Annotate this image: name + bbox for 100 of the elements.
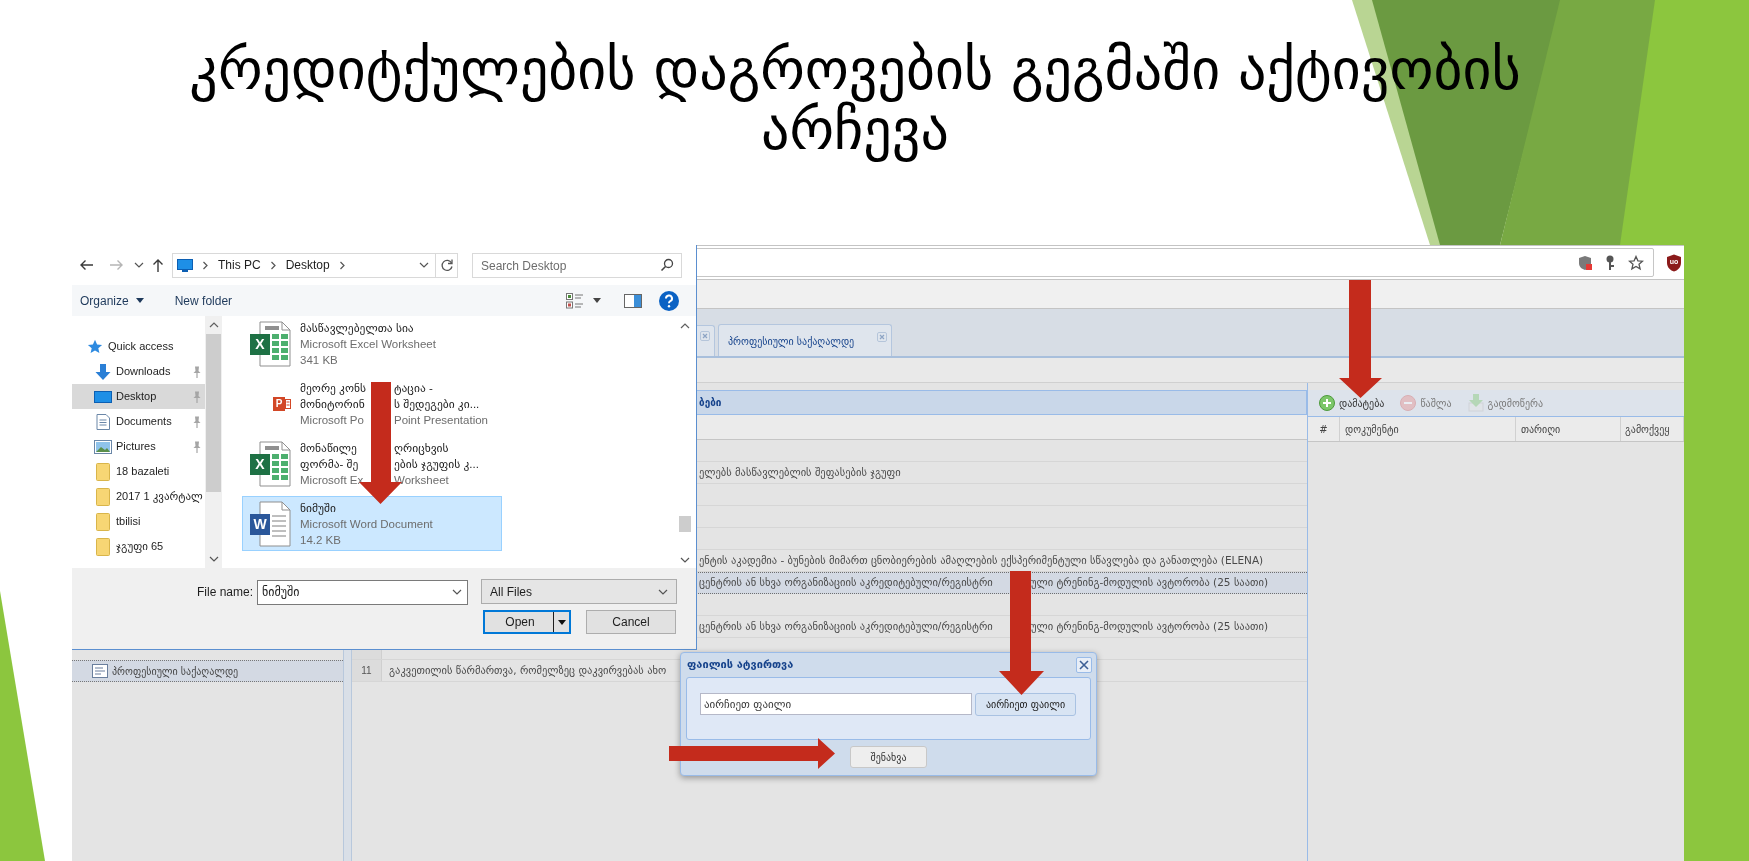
chevron-right-icon bbox=[269, 260, 277, 270]
slide-title: კრედიტქულების დაგროვების გეგმაში აქტივობის არჩევა bbox=[188, 40, 1522, 160]
nav-item[interactable]: 2017 1 კვარტალ bbox=[72, 484, 205, 509]
cancel-button[interactable]: Cancel bbox=[586, 610, 676, 634]
nav-item[interactable]: Desktop bbox=[72, 384, 205, 409]
nav-item[interactable]: Downloads bbox=[72, 359, 205, 384]
tab[interactable]: პროფესიული საქაღალდე bbox=[718, 324, 892, 356]
picture-icon bbox=[94, 439, 112, 454]
column-header[interactable]: დოკუმენტი bbox=[1340, 417, 1516, 441]
file-details: Microsoft Po bbox=[300, 412, 365, 428]
close-icon bbox=[1079, 660, 1089, 670]
file-details: Microsoft Excel Worksheet bbox=[300, 336, 436, 352]
nav-item[interactable]: Quick access bbox=[72, 334, 205, 359]
file-name: ღრიცხვის bbox=[394, 440, 449, 456]
pin-icon bbox=[192, 440, 202, 453]
table-cell-text: ცენტრის ან სხვა ორგანიზაციის აკრედიტებული/რეგისტრი bbox=[699, 575, 994, 591]
folder-icon bbox=[96, 512, 110, 531]
column-header[interactable]: თარიღი bbox=[1516, 417, 1621, 441]
caret-icon bbox=[557, 619, 566, 625]
table-cell: ული ტრენინგ-მოდულის ავტორობა (25 საათი) bbox=[1031, 618, 1268, 635]
refresh-icon bbox=[439, 258, 454, 272]
nav-item[interactable]: Documents bbox=[72, 409, 205, 434]
table-cell: ული ტრენინგ-მოდულის ავტორობა (25 საათი) bbox=[1031, 575, 1268, 591]
nav-item[interactable]: tbilisi bbox=[72, 509, 205, 534]
panel-title: ბები bbox=[699, 396, 722, 410]
field-label: File name: bbox=[195, 583, 253, 601]
folder-icon bbox=[96, 462, 110, 481]
chevron-up-icon bbox=[208, 322, 219, 328]
caret-icon bbox=[593, 298, 601, 303]
close-icon bbox=[700, 331, 710, 341]
folder-icon bbox=[96, 537, 110, 556]
save-button[interactable]: შენახვა bbox=[850, 746, 927, 768]
breadcrumb[interactable]: Desktop bbox=[285, 256, 330, 274]
computer-icon bbox=[177, 258, 193, 272]
breadcrumb[interactable]: This PC bbox=[218, 256, 261, 274]
key-icon bbox=[1605, 254, 1615, 271]
close-button[interactable] bbox=[1076, 657, 1092, 673]
row-number-cell: 11 bbox=[352, 660, 382, 681]
view-options-icon bbox=[566, 292, 584, 309]
file-item[interactable]: X მასწავლებელთა სია Microsoft Excel Worksheet 341 KB bbox=[242, 316, 502, 371]
desktop-icon bbox=[94, 390, 112, 403]
document-icon bbox=[96, 413, 110, 430]
nav-item[interactable]: 18 bazaleti bbox=[72, 459, 205, 484]
file-name: მასწავლებელთა სია bbox=[300, 320, 414, 336]
nav-item[interactable]: Pictures bbox=[72, 434, 205, 459]
address-bar[interactable]: This PC Desktop bbox=[172, 252, 458, 278]
file-item[interactable]: W ნიმუში Microsoft Word Document 14.2 KB bbox=[242, 496, 502, 551]
file-item[interactable]: P მეორე კონს ტაცია - მონიტორინ ს შედეგები კი... Microsoft Po Point Presentation bbox=[242, 376, 502, 431]
help-icon bbox=[659, 290, 679, 311]
add-icon bbox=[1319, 395, 1335, 411]
caret-icon bbox=[135, 298, 144, 303]
back-icon bbox=[78, 258, 94, 272]
open-button[interactable]: Open bbox=[483, 610, 571, 634]
scrollbar[interactable] bbox=[205, 316, 222, 568]
download-icon bbox=[95, 363, 111, 380]
table-cell-text: ცენტრის ან სხვა ორგანიზაციის აკრედიტებული/რეგისტრი bbox=[699, 618, 994, 635]
toolbar-button[interactable]: New folder bbox=[174, 285, 233, 316]
tree-item[interactable]: პროფესიული საქაღალდე bbox=[72, 660, 343, 682]
menu-button[interactable]: Organize bbox=[80, 285, 144, 316]
shield-icon bbox=[1578, 254, 1592, 271]
list-icon bbox=[92, 664, 108, 678]
chevron-down-icon bbox=[134, 262, 144, 268]
chevron-down-icon bbox=[419, 262, 429, 268]
chevron-down-icon bbox=[658, 588, 668, 595]
chevron-right-icon bbox=[338, 260, 346, 270]
chevron-up-icon bbox=[680, 323, 690, 329]
star-icon bbox=[87, 338, 103, 355]
table-cell: ელებს მასწავლებლის შეფასების ჯგუფი bbox=[699, 464, 901, 481]
nav-item[interactable]: ჯგუფი 65 bbox=[72, 534, 205, 559]
browse-button[interactable]: აირჩიეთ ფაილი bbox=[975, 693, 1076, 716]
scrollbar-thumb[interactable] bbox=[679, 516, 691, 532]
file-name-field[interactable]: ნიმუში bbox=[257, 579, 468, 605]
folder-icon bbox=[96, 487, 110, 506]
file-name: მონიტორინ bbox=[300, 396, 366, 412]
search-icon bbox=[660, 257, 674, 272]
forward-icon bbox=[109, 258, 125, 272]
add-button[interactable]: დამატება bbox=[1317, 395, 1387, 411]
table-cell: გაკვეთილის წარმართვა, რომელზეც დაკვირვებას ახო bbox=[389, 662, 667, 679]
chevron-right-icon bbox=[202, 260, 209, 270]
pin-icon bbox=[192, 390, 202, 403]
pin-icon bbox=[192, 415, 202, 428]
scrollbar-thumb[interactable] bbox=[206, 334, 221, 492]
file-name: ტაცია - bbox=[394, 380, 433, 396]
file-details: Point Presentation bbox=[394, 412, 488, 428]
preview-pane-icon bbox=[624, 293, 642, 308]
column-header[interactable]: # bbox=[1308, 417, 1340, 441]
chevron-down-icon bbox=[680, 557, 690, 563]
file-name: ს შედეგები კი... bbox=[394, 396, 480, 412]
chevron-down-icon bbox=[452, 589, 462, 595]
file-name: ნიმუში bbox=[300, 500, 336, 516]
file-details: Microsoft Word Document bbox=[300, 516, 433, 532]
search-field[interactable]: Search Desktop bbox=[472, 253, 682, 278]
dialog-title: ფაილის ატვირთვა bbox=[687, 656, 794, 673]
file-name: მეორე კონს bbox=[300, 380, 367, 396]
column-header[interactable]: გამოქვეყ bbox=[1621, 417, 1684, 441]
star-icon bbox=[1628, 254, 1644, 271]
download-icon bbox=[1467, 394, 1484, 412]
pin-icon bbox=[192, 365, 202, 378]
file-field[interactable]: აირჩიეთ ფაილი bbox=[700, 693, 972, 715]
file-type-dropdown[interactable]: All Files bbox=[481, 579, 677, 604]
